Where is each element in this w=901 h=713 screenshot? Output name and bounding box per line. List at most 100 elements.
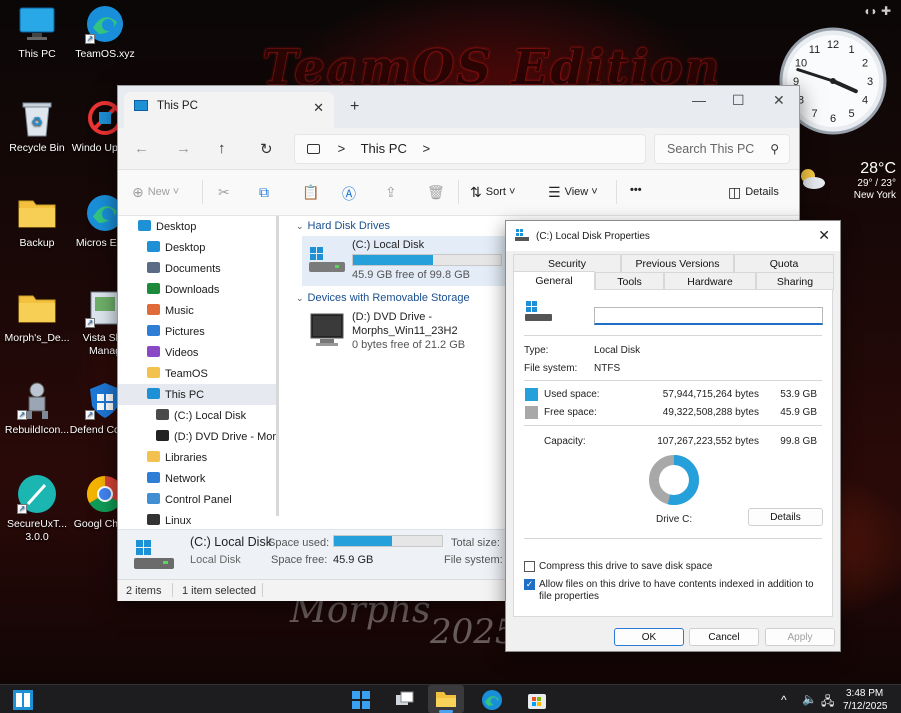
cut-icon[interactable]: ✂ — [218, 184, 230, 201]
close-window-button[interactable]: ✕ — [773, 92, 785, 109]
nav-item-d-dvd-drive-morp[interactable]: (D:) DVD Drive - Morp — [118, 426, 276, 447]
weather-widget[interactable]: 28°C 29° / 23° New York — [796, 160, 896, 202]
tab-security[interactable]: Security — [513, 254, 621, 272]
details-button[interactable]: Details — [748, 508, 823, 526]
free-space-gb: 45.9 GB — [780, 407, 817, 418]
cancel-button[interactable]: Cancel — [689, 628, 759, 646]
tab-hardware[interactable]: Hardware — [664, 272, 756, 290]
group-header-removable[interactable]: ⌄ Devices with Removable Storage — [296, 290, 470, 308]
divider — [524, 335, 822, 336]
group-header-hard-disk-drives[interactable]: ⌄ Hard Disk Drives — [296, 218, 390, 236]
drive-item-d[interactable]: (D:) DVD Drive - Morphs_Win11_23H2 0 byt… — [302, 308, 512, 358]
paste-icon[interactable]: 📋 — [302, 184, 319, 201]
edge-icon[interactable] — [481, 689, 503, 711]
more-options-button[interactable]: ••• — [630, 184, 642, 196]
breadcrumb-this-pc[interactable]: This PC — [361, 141, 407, 156]
store-icon[interactable] — [526, 689, 548, 711]
clock-time[interactable]: 3:48 PM — [846, 688, 883, 699]
clock-date[interactable]: 7/12/2025 — [843, 701, 888, 712]
tab-sharing[interactable]: Sharing — [756, 272, 834, 290]
dialog-title-bar[interactable]: (C:) Local Disk Properties ✕ — [506, 221, 840, 251]
rename-icon[interactable]: Ⓐ — [342, 184, 356, 204]
maximize-button[interactable]: ☐ — [732, 92, 745, 109]
nav-item-c-local-disk[interactable]: (C:) Local Disk — [118, 405, 276, 426]
folder-icon — [17, 193, 57, 233]
minimize-button[interactable]: — — [692, 92, 706, 108]
desktop-icon — [138, 220, 151, 231]
view-button[interactable]: ☰ View ˅ — [548, 184, 598, 201]
divider — [202, 180, 203, 204]
dialog-title: (C:) Local Disk Properties — [536, 231, 650, 242]
up-arrow-icon[interactable]: ↑ — [218, 140, 226, 157]
nav-item-documents[interactable]: Documents — [118, 258, 276, 279]
selection-count: 1 item selected — [182, 585, 256, 597]
desktop-icon-secureuxtheme[interactable]: ↗ SecureUxT... 3.0.0 — [0, 474, 74, 544]
sort-button[interactable]: ⇅ Sort ˅ — [470, 184, 515, 201]
nav-item-downloads[interactable]: Downloads — [118, 279, 276, 300]
breadcrumb-separator[interactable]: > — [338, 141, 346, 156]
drive-label-input[interactable] — [594, 307, 823, 325]
nav-item-control-panel[interactable]: Control Panel — [118, 489, 276, 510]
tab-previous-versions[interactable]: Previous Versions — [621, 254, 734, 272]
desktop-icon-recycle-bin[interactable]: ♻ Recycle Bin — [0, 98, 74, 155]
desktop-icon-teamos[interactable]: ↗ TeamOS.xyz — [68, 4, 142, 61]
new-tab-button[interactable]: + — [350, 98, 359, 116]
nav-item-music[interactable]: Music — [118, 300, 276, 321]
desktop-icon-backup[interactable]: Backup — [0, 193, 74, 250]
nav-item-network[interactable]: Network — [118, 468, 276, 489]
ok-button[interactable]: OK — [614, 628, 684, 646]
clock-number: 12 — [827, 39, 839, 51]
start-button-icon[interactable] — [350, 689, 372, 711]
refresh-icon[interactable]: ↻ — [260, 140, 273, 158]
nav-item-desktop[interactable]: Desktop — [118, 237, 276, 258]
new-button[interactable]: ⊕ New ˅ — [132, 184, 179, 201]
nav-item-libraries[interactable]: Libraries — [118, 447, 276, 468]
dialog-close-button[interactable]: ✕ — [818, 227, 830, 244]
index-checkbox[interactable]: ✓ — [524, 579, 535, 590]
speaker-icon[interactable]: 🔈 — [802, 692, 817, 706]
free-space-bytes: 49,322,508,288 bytes — [662, 407, 759, 418]
search-input[interactable]: Search This PC ⚲ — [654, 134, 790, 164]
delete-icon[interactable]: 🗑 — [427, 184, 445, 201]
back-arrow-icon[interactable]: ← — [134, 140, 149, 157]
nav-item-label: Linux — [165, 515, 192, 526]
apply-button[interactable]: Apply — [765, 628, 835, 646]
task-view-icon[interactable] — [393, 689, 415, 711]
breadcrumb-separator[interactable]: > — [422, 141, 430, 156]
tab-tools[interactable]: Tools — [595, 272, 664, 290]
widgets-icon[interactable] — [12, 689, 34, 711]
tab-general[interactable]: General — [513, 271, 595, 290]
nav-item-pictures[interactable]: Pictures — [118, 321, 276, 342]
clock-number: 10 — [795, 58, 807, 70]
nav-item-linux[interactable]: Linux — [118, 510, 276, 526]
desktop-icon-morphs-de[interactable]: Morph's_De... — [0, 288, 74, 345]
widget-controls[interactable]: ◖◗ ✚ — [863, 4, 891, 18]
nav-item-videos[interactable]: Videos — [118, 342, 276, 363]
navigation-scrollbar[interactable] — [276, 216, 279, 516]
tab-quota[interactable]: Quota — [734, 254, 834, 272]
capacity-gb: 99.8 GB — [780, 436, 817, 447]
network-icon[interactable]: 🖧 — [821, 692, 834, 713]
address-bar[interactable]: > This PC > — [294, 134, 646, 164]
share-icon[interactable]: ⇪ — [385, 184, 397, 201]
desktop-icon-this-pc[interactable]: This PC — [0, 4, 74, 61]
desktop-icon-rebuildicon[interactable]: ↗ RebuildIcon... — [0, 380, 74, 437]
this-pc-icon — [147, 388, 160, 399]
divider — [524, 538, 822, 539]
index-label[interactable]: Allow files on this drive to have conten… — [539, 579, 824, 603]
copy-icon[interactable]: ⧉ — [259, 184, 269, 201]
compress-label[interactable]: Compress this drive to save disk space — [539, 561, 712, 572]
clock-number: 3 — [867, 76, 873, 88]
drive-item-c[interactable]: (C:) Local Disk 45.9 GB free of 99.8 GB — [302, 236, 512, 286]
free-space-label: Free space: — [544, 407, 597, 418]
tray-overflow-chevron[interactable]: ^ — [781, 693, 787, 707]
tab-this-pc[interactable]: This PC ✕ — [124, 92, 334, 128]
nav-item-teamos[interactable]: TeamOS — [118, 363, 276, 384]
nav-item-this-pc[interactable]: This PC — [118, 384, 276, 405]
details-pane-button[interactable]: ◫ Details — [728, 184, 779, 201]
taskbar-explorer-active[interactable] — [428, 685, 464, 713]
forward-arrow-icon[interactable]: → — [176, 140, 191, 157]
compress-checkbox[interactable] — [524, 561, 535, 572]
nav-item-desktop[interactable]: Desktop — [118, 216, 276, 237]
close-tab-icon[interactable]: ✕ — [313, 100, 324, 116]
